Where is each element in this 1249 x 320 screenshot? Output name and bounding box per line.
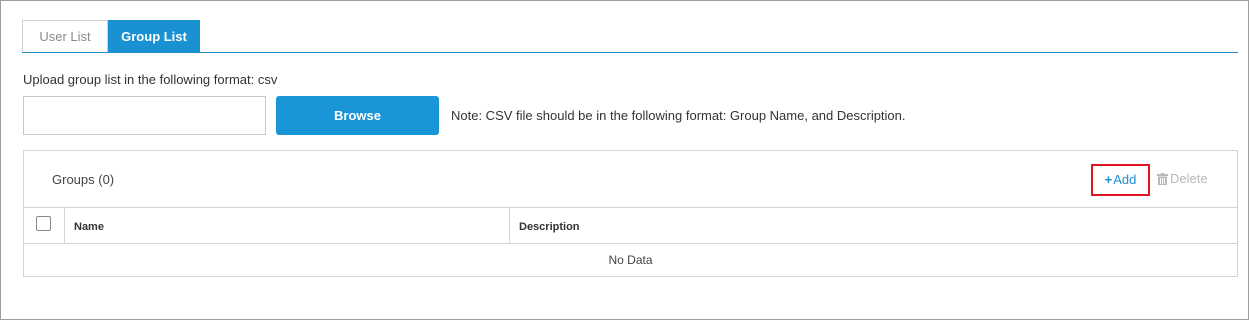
add-label: Add	[1113, 172, 1137, 187]
trash-icon	[1157, 171, 1170, 186]
csv-format-note: Note: CSV file should be in the followin…	[451, 108, 906, 123]
file-path-input[interactable]	[23, 96, 266, 135]
tab-bar: User List Group List	[22, 20, 1238, 53]
column-header-description[interactable]: Description	[519, 221, 580, 233]
select-all-cell	[24, 208, 65, 243]
empty-table-message: No Data	[608, 253, 653, 267]
tab-underline	[22, 52, 1238, 53]
tab-user-list[interactable]: User List	[22, 20, 108, 52]
groups-panel: Groups (0) +Add Delete Name Description …	[23, 150, 1238, 277]
column-divider	[509, 208, 510, 243]
plus-icon: +	[1104, 172, 1113, 187]
add-button[interactable]: +Add	[1091, 164, 1150, 196]
select-all-checkbox[interactable]	[36, 216, 51, 231]
delete-button[interactable]: Delete	[1157, 171, 1208, 186]
browse-button[interactable]: Browse	[276, 96, 439, 135]
window-frame: User List Group List Upload group list i…	[0, 0, 1249, 320]
upload-label: Upload group list in the following forma…	[23, 72, 278, 87]
delete-label: Delete	[1170, 171, 1208, 186]
tab-group-list[interactable]: Group List	[108, 20, 200, 53]
groups-title: Groups (0)	[52, 172, 115, 187]
table-header: Name Description	[24, 207, 1237, 244]
column-header-name[interactable]: Name	[74, 221, 104, 233]
